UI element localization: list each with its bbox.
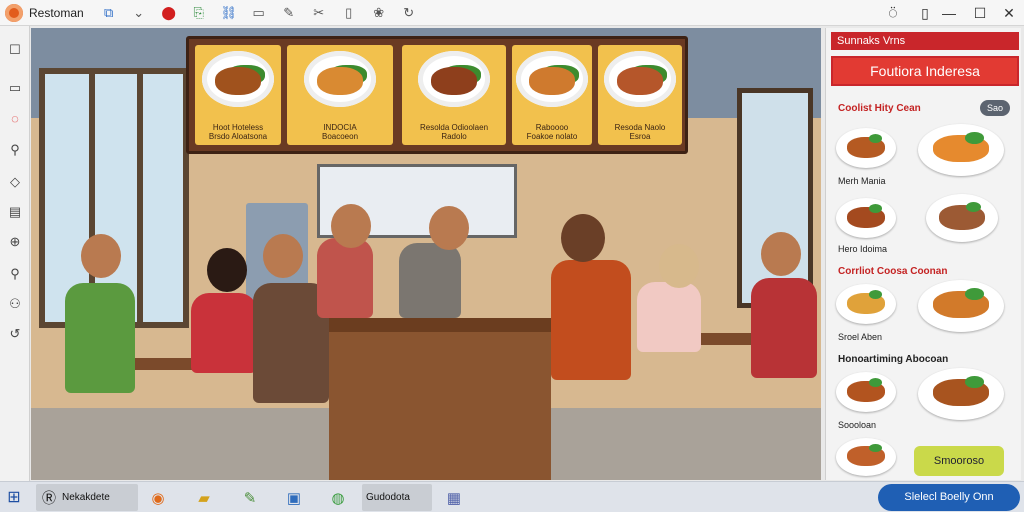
taskbar: ⊞ Ⓡ Nekakdete ◉ ▰ ✎ ▣ ◍ Gudodota ▦ Slele… — [0, 481, 1024, 512]
person-illustration — [399, 243, 461, 318]
dish-label: Merh Mania — [838, 176, 886, 186]
frame-icon[interactable]: ▭ — [248, 3, 270, 23]
panel-header: Sunnaks Vrns — [831, 32, 1019, 50]
folder-icon[interactable]: ▰ — [192, 486, 216, 510]
figures-icon[interactable]: ⚇ — [5, 294, 25, 314]
zoom-icon[interactable]: ⚲ — [5, 140, 25, 160]
title-bar: Restoman ⧉ ⌄ ⬤ ⎘ ⛓ ▭ ✎ ✂ ▯ ❀ ↻ ⍥ ▯ — ☐ ✕ — [0, 0, 1024, 26]
store-icon[interactable]: ▦ — [442, 486, 466, 510]
search-button[interactable]: Slelecl Boelly Onn — [878, 484, 1020, 511]
menu-item[interactable]: Raboooo Foakoe nolato — [512, 45, 592, 145]
app-logo-icon — [5, 3, 23, 22]
chrome-icon[interactable]: ◍ — [326, 486, 350, 510]
person-illustration — [551, 260, 631, 380]
help-icon[interactable]: ⍥ — [878, 0, 908, 26]
text-icon[interactable]: ▤ — [5, 202, 25, 222]
menu-panel: Sunnaks Vrns Foutiora Inderesa Coolist H… — [825, 28, 1021, 480]
lasso-icon[interactable]: ◌ — [5, 108, 25, 128]
menu-item[interactable]: Hoot Hoteless Brsdo Aloatsona — [195, 45, 281, 145]
maximize-icon[interactable]: ☐ — [965, 0, 995, 26]
section-heading: Honoartiming Abocoan — [838, 354, 949, 365]
menu-item[interactable]: Resoda Naolo Esroa — [598, 45, 682, 145]
person-illustration — [191, 293, 257, 373]
select-icon[interactable]: ☐ — [5, 40, 25, 60]
dish-thumbnail[interactable] — [918, 280, 1004, 332]
menu-item[interactable]: Resolda Odioolaen Radolo — [402, 45, 506, 145]
order-button[interactable]: Smooroso — [914, 446, 1004, 476]
export-icon[interactable]: ⎘ — [188, 3, 210, 23]
dish-thumbnail[interactable] — [836, 372, 896, 412]
tool-sidebar: ☐ ▭ ◌ ⚲ ◇ ▤ ⊕ ⚲ ⚇ ↺ — [0, 26, 30, 481]
dish-thumbnail[interactable] — [926, 194, 998, 242]
palette-icon[interactable]: ❀ — [368, 3, 390, 23]
badge[interactable]: Sao — [980, 100, 1010, 116]
section-heading: Corrliot Coosa Coonan — [838, 266, 948, 277]
paint-icon[interactable]: ✎ — [238, 486, 262, 510]
edit-icon[interactable]: ✎ — [278, 3, 300, 23]
menu-board: Hoot Hoteless Brsdo Aloatsona INDOCIA Boac… — [186, 36, 688, 154]
menu-item[interactable]: INDOCIA Boacoeon — [287, 45, 393, 145]
app-icon: Ⓡ — [42, 489, 56, 506]
crop-icon[interactable]: ✂ — [308, 3, 330, 23]
browser-icon[interactable]: ◉ — [146, 486, 170, 510]
dish-thumbnail[interactable] — [836, 128, 896, 168]
windows-start-icon[interactable]: ⊞ — [4, 487, 24, 507]
minimize-icon[interactable]: — — [934, 0, 964, 26]
rectangle-icon[interactable]: ▭ — [5, 78, 25, 98]
dish-thumbnail[interactable] — [836, 438, 896, 476]
person-illustration — [637, 282, 701, 352]
link-icon[interactable]: ⛓ — [218, 3, 240, 23]
chevron-down-icon[interactable]: ⌄ — [128, 3, 150, 23]
person-illustration — [65, 283, 135, 393]
person-illustration — [751, 278, 817, 378]
dish-thumbnail[interactable] — [918, 124, 1004, 176]
photos-icon[interactable]: ▣ — [282, 486, 306, 510]
taskbar-item[interactable]: Gudodota — [362, 484, 432, 511]
dish-label: Sroel Aben — [838, 332, 883, 342]
dish-label: Soooloan — [838, 420, 877, 430]
magnifier-icon[interactable]: ⚲ — [5, 264, 25, 284]
rotate-icon[interactable]: ↺ — [5, 324, 25, 344]
close-icon[interactable]: ✕ — [994, 0, 1024, 26]
stop-icon[interactable]: ⬤ — [158, 3, 180, 23]
app-title: Restoman — [29, 5, 84, 20]
counter-illustration — [329, 318, 551, 480]
dish-thumbnail[interactable] — [836, 198, 896, 238]
globe-icon[interactable]: ⊕ — [5, 232, 25, 252]
dish-thumbnail[interactable] — [836, 284, 896, 324]
taskbar-item[interactable]: Ⓡ Nekakdete — [36, 484, 138, 511]
person-illustration — [317, 238, 373, 318]
pages-icon[interactable]: ▯ — [338, 3, 360, 23]
dish-thumbnail[interactable] — [918, 368, 1004, 420]
share-icon[interactable]: ⧉ — [98, 3, 120, 23]
panel-title-button[interactable]: Foutiora Inderesa — [831, 56, 1019, 86]
dish-label: Hero Idoima — [838, 244, 888, 254]
layer-icon[interactable]: ◇ — [5, 172, 25, 192]
refresh-icon[interactable]: ↻ — [398, 3, 420, 23]
section-heading: Coolist Hity Cean — [838, 103, 921, 114]
canvas-image[interactable]: Hoot Hoteless Brsdo Aloatsona INDOCIA Boac… — [31, 28, 821, 480]
